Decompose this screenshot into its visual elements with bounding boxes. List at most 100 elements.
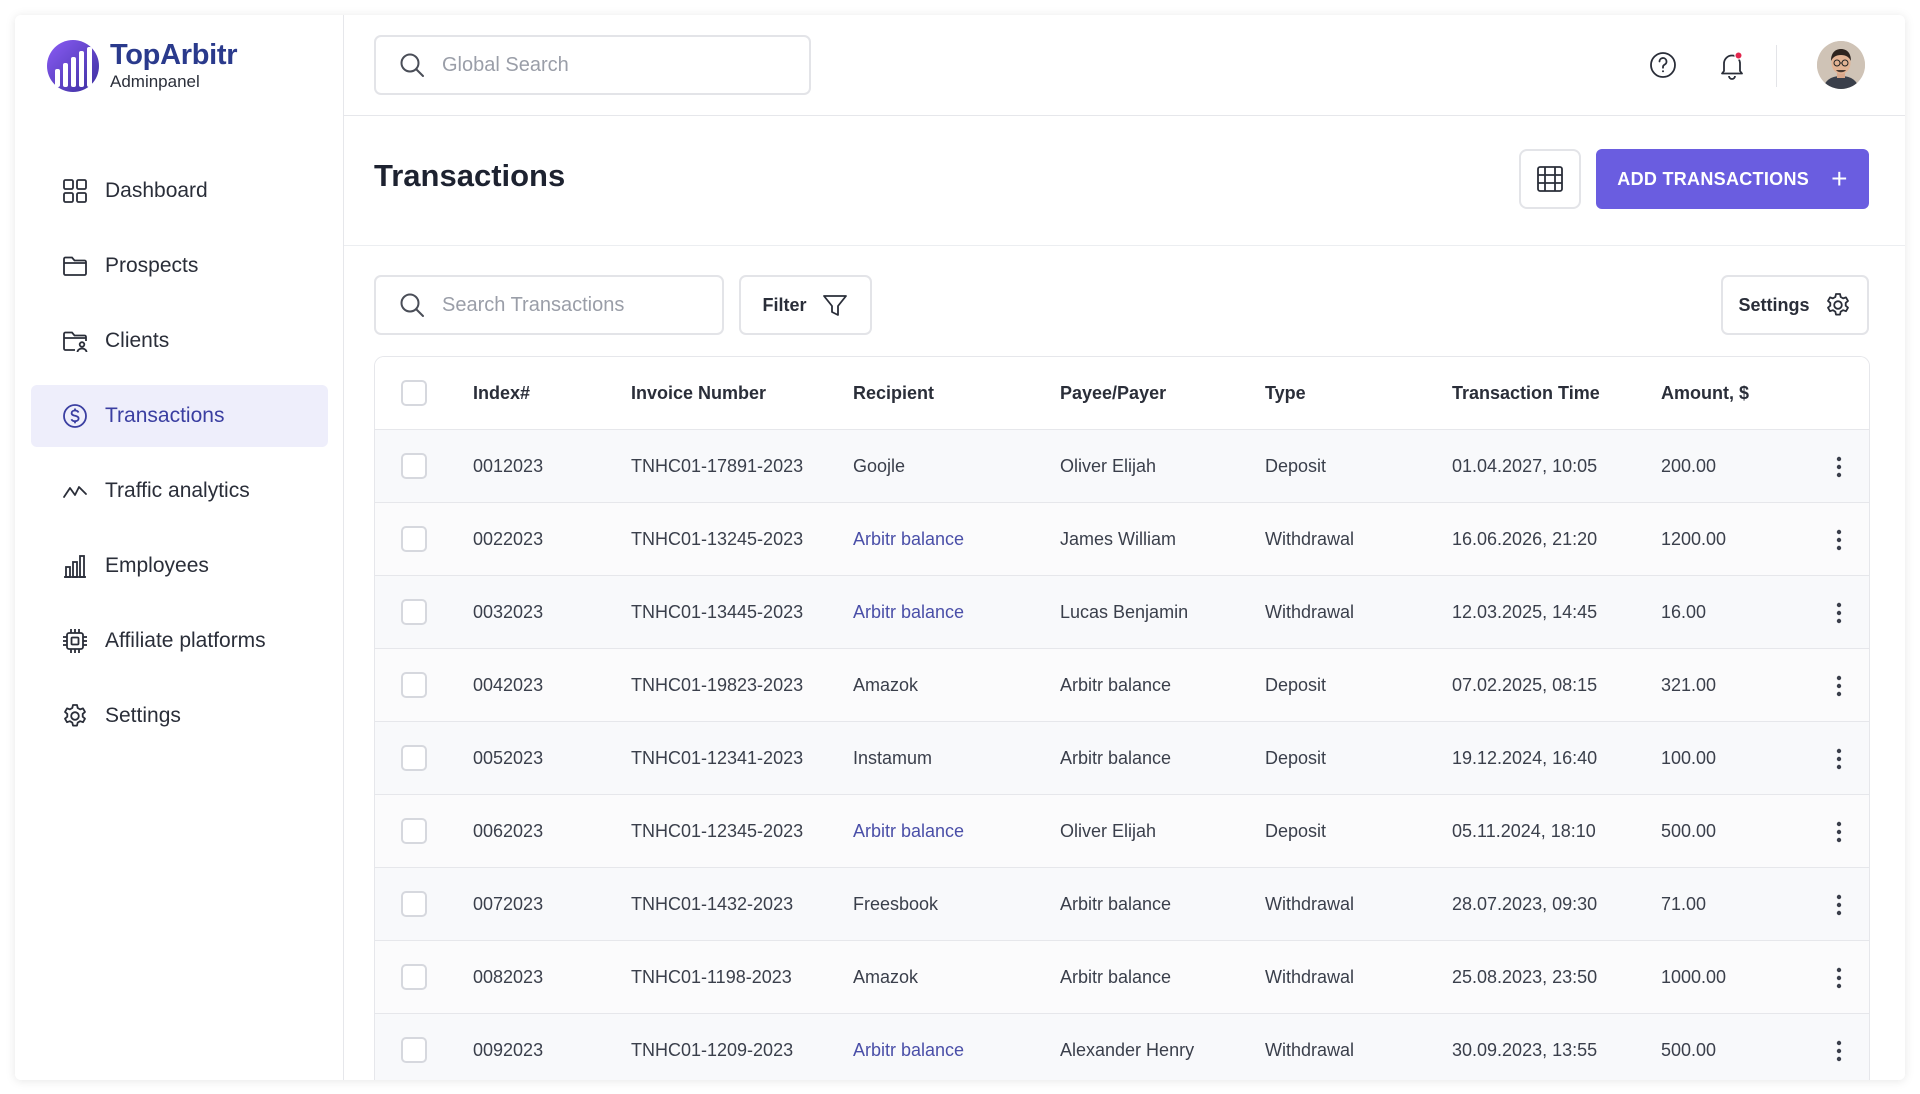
cell-type: Withdrawal [1265, 1039, 1355, 1060]
row-checkbox[interactable] [401, 1037, 427, 1063]
filter-icon [822, 295, 847, 316]
cell-index: 0022023 [473, 528, 544, 549]
sidebar-item-transactions[interactable]: Transactions [31, 385, 328, 447]
cell-type: Withdrawal [1265, 528, 1355, 549]
more-vertical-icon[interactable] [1829, 817, 1849, 847]
table-row[interactable]: 0022023 TNHC01-13245-2023 Arbitr balance Ja… [375, 503, 1869, 576]
table-row[interactable]: 0012023 TNHC01-17891-2023 Goojle Oliver Eli… [375, 430, 1869, 503]
table-view-toggle[interactable] [1519, 149, 1581, 209]
sidebar-item-label: Traffic analytics [105, 479, 250, 502]
sidebar-item-label: Employees [105, 554, 209, 577]
sidebar-item-prospects[interactable]: Prospects [31, 235, 328, 297]
more-vertical-icon[interactable] [1829, 598, 1849, 628]
more-vertical-icon[interactable] [1829, 452, 1849, 482]
cell-recipient[interactable]: Arbitr balance [853, 1040, 1060, 1061]
sidebar-item-clients[interactable]: Clients [31, 310, 328, 372]
sidebar-item-employees[interactable]: Employees [31, 535, 328, 597]
logo-icon [47, 40, 99, 92]
more-vertical-icon[interactable] [1829, 525, 1849, 555]
column-header-amount[interactable]: Amount, $ [1661, 383, 1811, 404]
cell-recipient: Amazok [853, 674, 919, 695]
admin-app: TopArbitr Adminpanel Dashboard Prospects [15, 15, 1905, 1080]
cell-recipient: Goojle [853, 455, 906, 476]
table-row[interactable]: 0052023 TNHC01-12341-2023 Instamum Arbitr b… [375, 722, 1869, 795]
add-transactions-label: ADD TRANSACTIONS [1617, 168, 1810, 189]
sidebar-item-label: Clients [105, 329, 170, 352]
transactions-search-input[interactable] [442, 293, 712, 317]
column-header-invoice[interactable]: Invoice Number [631, 383, 853, 404]
select-all-checkbox[interactable] [401, 380, 427, 406]
cell-amount: 100.00 [1661, 747, 1717, 768]
table-row[interactable]: 0092023 TNHC01-1209-2023 Arbitr balance Ale… [375, 1014, 1869, 1080]
transactions-search[interactable] [374, 275, 724, 335]
cell-time: 19.12.2024, 16:40 [1452, 747, 1598, 768]
cell-payee: Arbitr balance [1060, 747, 1172, 768]
more-vertical-icon[interactable] [1829, 963, 1849, 993]
cell-recipient[interactable]: Arbitr balance [853, 602, 1060, 623]
folder-icon [63, 256, 87, 276]
column-header-payee[interactable]: Payee/Payer [1060, 383, 1265, 404]
table-row[interactable]: 0082023 TNHC01-1198-2023 Amazok Arbitr bala… [375, 941, 1869, 1014]
cell-index: 0042023 [473, 674, 544, 695]
row-checkbox[interactable] [401, 453, 427, 479]
row-checkbox[interactable] [401, 745, 427, 771]
more-vertical-icon[interactable] [1829, 890, 1849, 920]
sidebar-item-traffic-analytics[interactable]: Traffic analytics [31, 460, 328, 522]
column-header-time[interactable]: Transaction Time [1452, 383, 1661, 404]
table-row[interactable]: 0032023 TNHC01-13445-2023 Arbitr balance Lu… [375, 576, 1869, 649]
column-header-recipient[interactable]: Recipient [853, 383, 1060, 404]
row-checkbox[interactable] [401, 672, 427, 698]
row-checkbox[interactable] [401, 599, 427, 625]
cell-time: 28.07.2023, 09:30 [1452, 893, 1598, 914]
table-row[interactable]: 0062023 TNHC01-12345-2023 Arbitr balance Ol… [375, 795, 1869, 868]
sidebar-item-affiliate-platforms[interactable]: Affiliate platforms [31, 610, 328, 672]
cell-amount: 321.00 [1661, 674, 1717, 695]
transactions-table: Index# Invoice Number Recipient Payee/Pa… [374, 356, 1870, 1080]
cell-time: 30.09.2023, 13:55 [1452, 1039, 1598, 1060]
cell-invoice: TNHC01-17891-2023 [631, 455, 804, 476]
brand-subtitle: Adminpanel [110, 72, 200, 91]
cell-time: 01.04.2027, 10:05 [1452, 455, 1598, 476]
cell-time: 07.02.2025, 08:15 [1452, 674, 1598, 695]
avatar[interactable] [1817, 41, 1865, 89]
chip-icon [63, 629, 87, 653]
add-transactions-button[interactable]: ADD TRANSACTIONS + [1596, 149, 1869, 209]
global-search-input[interactable] [442, 53, 782, 77]
sidebar-item-dashboard[interactable]: Dashboard [31, 160, 328, 222]
help-icon[interactable] [1647, 49, 1679, 81]
cell-recipient: Amazok [853, 966, 919, 987]
column-header-type[interactable]: Type [1265, 383, 1452, 404]
cell-type: Withdrawal [1265, 966, 1355, 987]
bell-icon[interactable] [1716, 49, 1748, 81]
cell-recipient[interactable]: Arbitr balance [853, 529, 1060, 550]
global-search[interactable] [374, 35, 811, 95]
row-checkbox[interactable] [401, 526, 427, 552]
table-row[interactable]: 0042023 TNHC01-19823-2023 Amazok Arbitr bal… [375, 649, 1869, 722]
table-row[interactable]: 0072023 TNHC01-1432-2023 Freesbook Arbitr b… [375, 868, 1869, 941]
cell-invoice: TNHC01-12341-2023 [631, 747, 804, 768]
more-vertical-icon[interactable] [1829, 671, 1849, 701]
settings-button[interactable]: Settings [1721, 275, 1869, 335]
filter-button[interactable]: Filter [739, 275, 872, 335]
cell-payee: James William [1060, 528, 1177, 549]
sidebar-item-settings[interactable]: Settings [31, 685, 328, 747]
table-grid-icon [1537, 166, 1563, 192]
more-vertical-icon[interactable] [1829, 1036, 1849, 1066]
cell-invoice: TNHC01-1432-2023 [631, 893, 794, 914]
more-vertical-icon[interactable] [1829, 744, 1849, 774]
row-checkbox[interactable] [401, 891, 427, 917]
sidebar-nav: Dashboard Prospects Clients Transactions… [31, 160, 328, 760]
cell-amount: 1200.00 [1661, 528, 1727, 549]
page-header: Transactions ADD TRANSACTIONS + [344, 116, 1905, 246]
row-checkbox[interactable] [401, 818, 427, 844]
filter-label: Filter [762, 294, 807, 315]
brand-logo[interactable]: TopArbitr Adminpanel [46, 39, 238, 93]
cell-recipient: Instamum [853, 747, 933, 768]
table-header: Index# Invoice Number Recipient Payee/Pa… [375, 357, 1869, 430]
brand-title: TopArbitr [110, 39, 238, 71]
cell-payee: Alexander Henry [1060, 1039, 1195, 1060]
table-body: 0012023 TNHC01-17891-2023 Goojle Oliver Eli… [375, 430, 1869, 1080]
column-header-index[interactable]: Index# [473, 383, 631, 404]
row-checkbox[interactable] [401, 964, 427, 990]
cell-recipient[interactable]: Arbitr balance [853, 821, 1060, 842]
